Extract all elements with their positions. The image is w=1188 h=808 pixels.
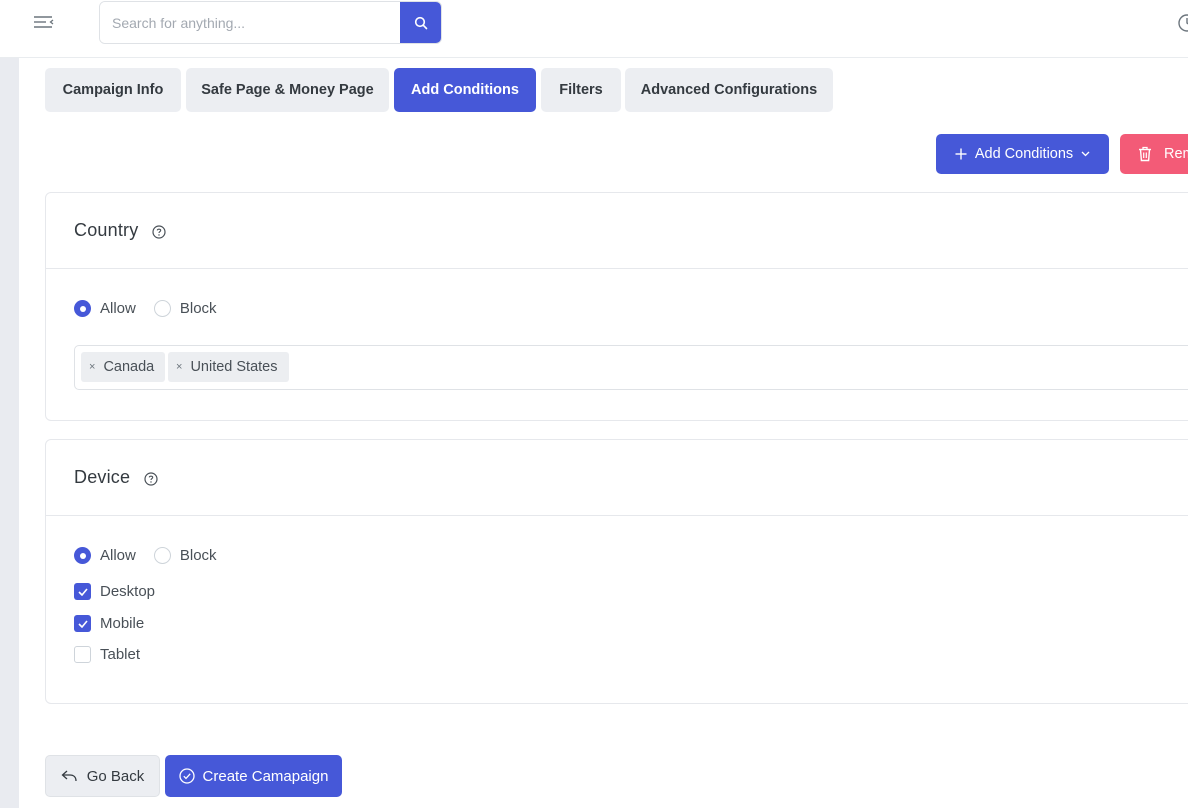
- create-campaign-button[interactable]: Create Camapaign: [165, 755, 342, 797]
- go-back-button[interactable]: Go Back: [45, 755, 160, 797]
- country-card: Country Allow Block × Canada × United St…: [45, 192, 1188, 421]
- device-card: Device Allow Block Desktop Mobile Tablet: [45, 439, 1188, 704]
- remove-tag-icon[interactable]: ×: [176, 361, 182, 373]
- tablet-checkbox[interactable]: [74, 646, 91, 663]
- clock-icon[interactable]: [1177, 13, 1188, 33]
- country-tag: × Canada: [81, 352, 166, 382]
- device-option-desktop: Desktop: [74, 583, 155, 600]
- mobile-label: Mobile: [100, 615, 145, 632]
- device-allow-radio[interactable]: [74, 547, 91, 564]
- device-option-tablet: Tablet: [74, 646, 140, 663]
- search-button[interactable]: [400, 2, 441, 43]
- device-block-radio[interactable]: [153, 547, 171, 564]
- country-block-radio[interactable]: [153, 300, 171, 317]
- help-icon[interactable]: [144, 471, 158, 486]
- country-tag-label: Canada: [103, 359, 155, 375]
- country-select-input[interactable]: × Canada × United States: [74, 345, 1188, 390]
- trash-icon: [1139, 146, 1151, 162]
- chevron-down-icon: [1081, 151, 1090, 157]
- tab-add-conditions[interactable]: Add Conditions: [394, 68, 536, 112]
- reply-icon: [61, 770, 77, 782]
- top-bar: [0, 0, 1188, 58]
- left-sidebar-rail: [0, 58, 19, 808]
- check-icon: [77, 619, 88, 628]
- search-bar: [99, 1, 442, 44]
- country-allow-label: Allow: [100, 300, 136, 317]
- country-block-label: Block: [179, 300, 217, 317]
- device-option-mobile: Mobile: [74, 615, 144, 632]
- mobile-checkbox[interactable]: [74, 615, 91, 632]
- device-title: Device: [74, 467, 131, 487]
- country-tag-label: United States: [190, 359, 278, 375]
- create-campaign-label: Create Camapaign: [202, 767, 329, 785]
- menu-collapse-icon[interactable]: [33, 14, 55, 32]
- tab-safe-page-money-page[interactable]: Safe Page & Money Page: [186, 68, 389, 112]
- desktop-checkbox[interactable]: [74, 583, 91, 600]
- device-allow-label: Allow: [100, 547, 136, 564]
- country-allow-radio[interactable]: [74, 300, 91, 317]
- remove-tag-icon[interactable]: ×: [89, 361, 95, 373]
- tablet-label: Tablet: [100, 646, 141, 663]
- add-conditions-label: Add Conditions: [974, 146, 1074, 162]
- search-icon: [414, 16, 427, 29]
- device-card-header: Device: [46, 440, 1188, 516]
- desktop-label: Desktop: [100, 583, 156, 600]
- device-block-label: Block: [179, 547, 217, 564]
- country-title: Country: [74, 220, 139, 240]
- tab-campaign-info[interactable]: Campaign Info: [45, 68, 181, 112]
- add-conditions-button[interactable]: Add Conditions: [936, 134, 1109, 174]
- plus-icon: [955, 148, 967, 160]
- remove-button[interactable]: Remove: [1120, 134, 1188, 174]
- country-tag: × United States: [168, 352, 289, 382]
- country-mode-radios: Allow Block: [74, 300, 235, 317]
- country-card-header: Country: [46, 193, 1188, 269]
- tab-filters[interactable]: Filters: [541, 68, 621, 112]
- remove-label: Remove: [1164, 146, 1188, 162]
- tab-advanced-configurations[interactable]: Advanced Configurations: [625, 68, 833, 112]
- search-input[interactable]: [100, 2, 402, 43]
- go-back-label: Go Back: [86, 767, 145, 785]
- help-icon[interactable]: [152, 224, 167, 239]
- check-circle-icon: [178, 768, 195, 784]
- check-icon: [77, 587, 88, 596]
- device-mode-radios: Allow Block: [74, 547, 235, 564]
